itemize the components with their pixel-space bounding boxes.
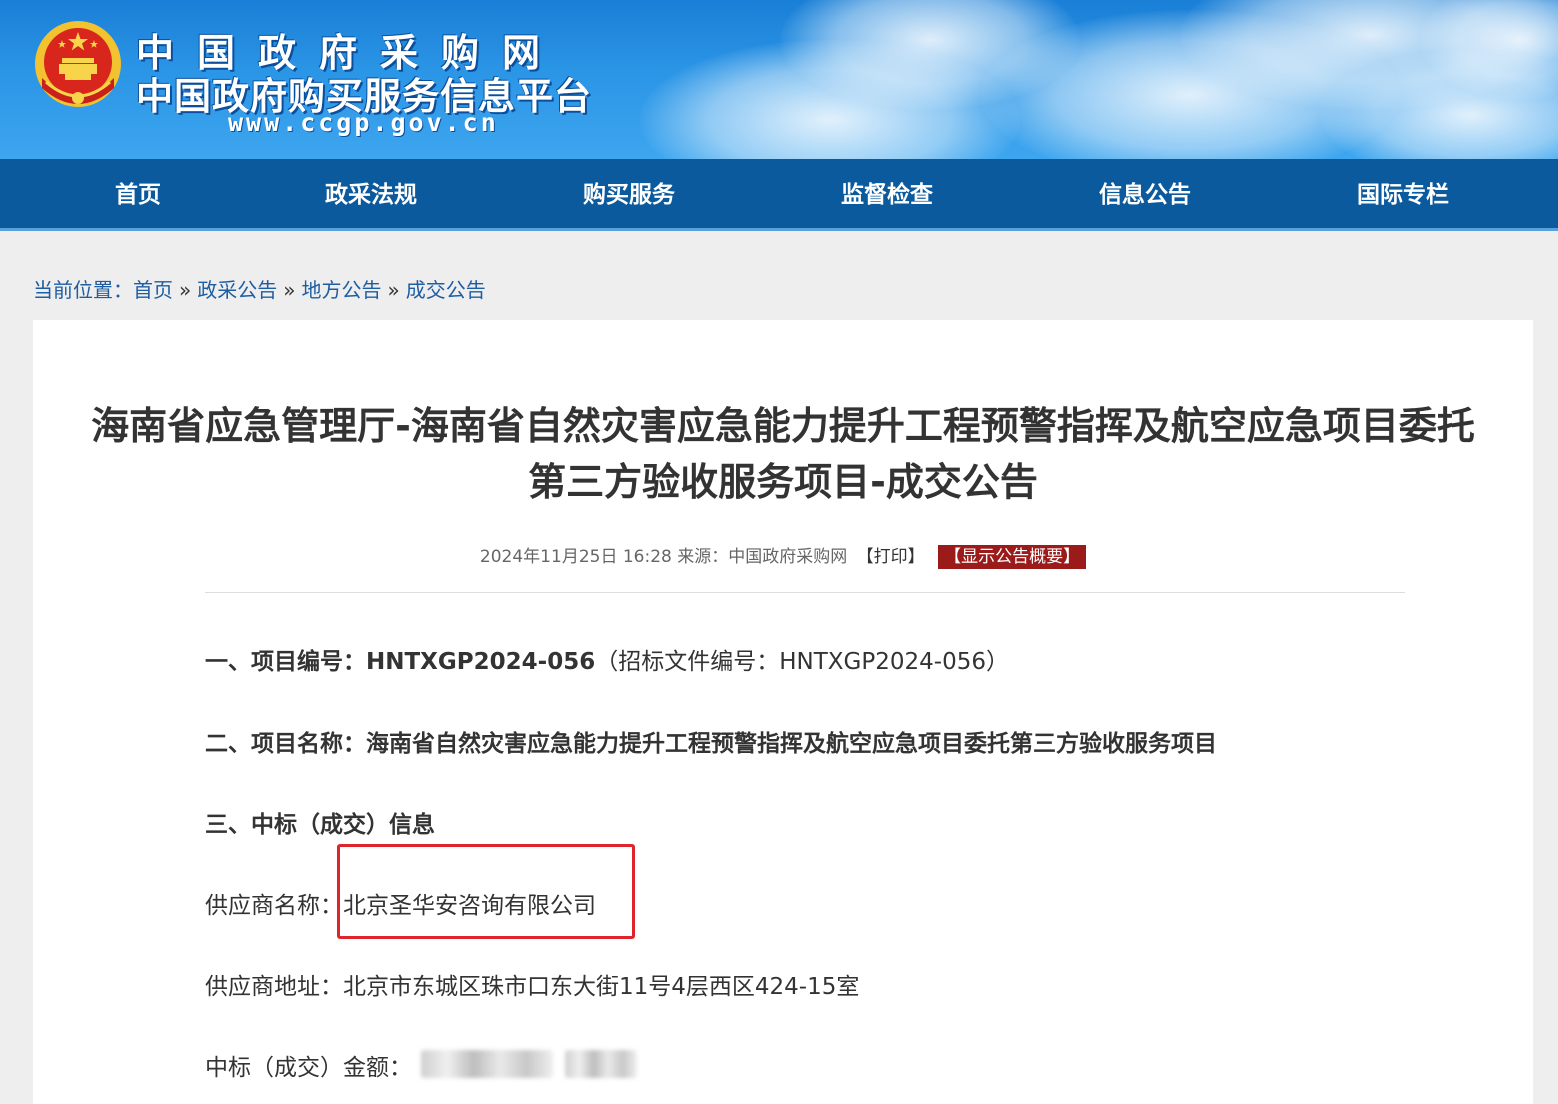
source-label: 来源：	[677, 547, 729, 567]
breadcrumb-prefix: 当前位置：	[33, 278, 133, 302]
breadcrumb: 当前位置：首页» 政采公告» 地方公告» 成交公告	[33, 274, 486, 303]
breadcrumb-home[interactable]: 首页	[133, 278, 173, 302]
site-banner: 中国政府采购网 中国政府购买服务信息平台 www.ccgp.gov.cn	[0, 0, 1558, 159]
nav-item-international[interactable]: 国际专栏	[1313, 159, 1493, 231]
supplier-address-line: 供应商地址：北京市东城区珠市口东大街11号4层西区424-15室	[205, 967, 859, 1001]
project-number-value: HNTXGP2024-056	[366, 649, 596, 675]
site-url: www.ccgp.gov.cn	[228, 108, 499, 137]
source-name: 中国政府采购网	[728, 547, 848, 567]
nav-item-home[interactable]: 首页	[48, 159, 228, 231]
project-name-label: 二、项目名称：	[205, 731, 366, 757]
breadcrumb-separator: »	[283, 278, 296, 302]
supplier-address-value: 北京市东城区珠市口东大街11号4层西区424-15室	[343, 974, 860, 1000]
breadcrumb-separator: »	[179, 278, 192, 302]
project-name-value: 海南省自然灾害应急能力提升工程预警指挥及航空应急项目委托第三方验收服务项目	[366, 731, 1217, 757]
article-title-line2: 第三方验收服务项目-成交公告	[528, 460, 1038, 504]
article-title-line1: 海南省应急管理厅-海南省自然灾害应急能力提升工程预警指挥及航空应急项目委托	[91, 404, 1475, 448]
supplier-address-label: 供应商地址：	[205, 974, 343, 1000]
project-number-label: 一、项目编号：	[205, 649, 366, 675]
publish-date: 2024年11月25日 16:28	[479, 547, 672, 567]
redacted-amount	[421, 1050, 553, 1078]
nav-item-regulations[interactable]: 政采法规	[281, 159, 461, 231]
show-summary-button[interactable]: 【显示公告概要】	[938, 545, 1087, 569]
nav-item-announcements[interactable]: 信息公告	[1055, 159, 1235, 231]
main-nav: 首页 政采法规 购买服务 监督检查 信息公告 国际专栏	[0, 159, 1558, 231]
supplier-highlight-box	[337, 844, 635, 939]
award-amount-line: 中标（成交）金额：	[205, 1048, 412, 1082]
divider	[205, 592, 1405, 593]
award-info-heading: 三、中标（成交）信息	[205, 812, 435, 838]
project-number-line: 一、项目编号：HNTXGP2024-056（招标文件编号：HNTXGP2024-…	[205, 642, 1009, 676]
breadcrumb-local-notices[interactable]: 地方公告	[302, 278, 382, 302]
project-name-line: 二、项目名称：海南省自然灾害应急能力提升工程预警指挥及航空应急项目委托第三方验收…	[205, 724, 1217, 758]
redacted-amount-unit	[565, 1050, 637, 1078]
breadcrumb-procurement-notices[interactable]: 政采公告	[197, 278, 277, 302]
breadcrumb-deal-notices[interactable]: 成交公告	[406, 278, 486, 302]
article-title: 海南省应急管理厅-海南省自然灾害应急能力提升工程预警指挥及航空应急项目委托 第三…	[33, 398, 1533, 510]
print-link[interactable]: 【打印】	[857, 547, 925, 567]
award-amount-label: 中标（成交）金额：	[205, 1055, 412, 1081]
national-emblem-icon	[35, 21, 121, 107]
nav-item-supervision[interactable]: 监督检查	[797, 159, 977, 231]
nav-item-purchase-services[interactable]: 购买服务	[539, 159, 719, 231]
breadcrumb-separator: »	[387, 278, 400, 302]
supplier-name-label: 供应商名称：	[205, 893, 343, 919]
tender-doc-number: （招标文件编号：HNTXGP2024-056）	[595, 649, 1009, 675]
article-meta: 2024年11月25日 16:28 来源：中国政府采购网 【打印】 【显示公告概…	[33, 542, 1533, 569]
article-panel: 海南省应急管理厅-海南省自然灾害应急能力提升工程预警指挥及航空应急项目委托 第三…	[33, 320, 1533, 1104]
